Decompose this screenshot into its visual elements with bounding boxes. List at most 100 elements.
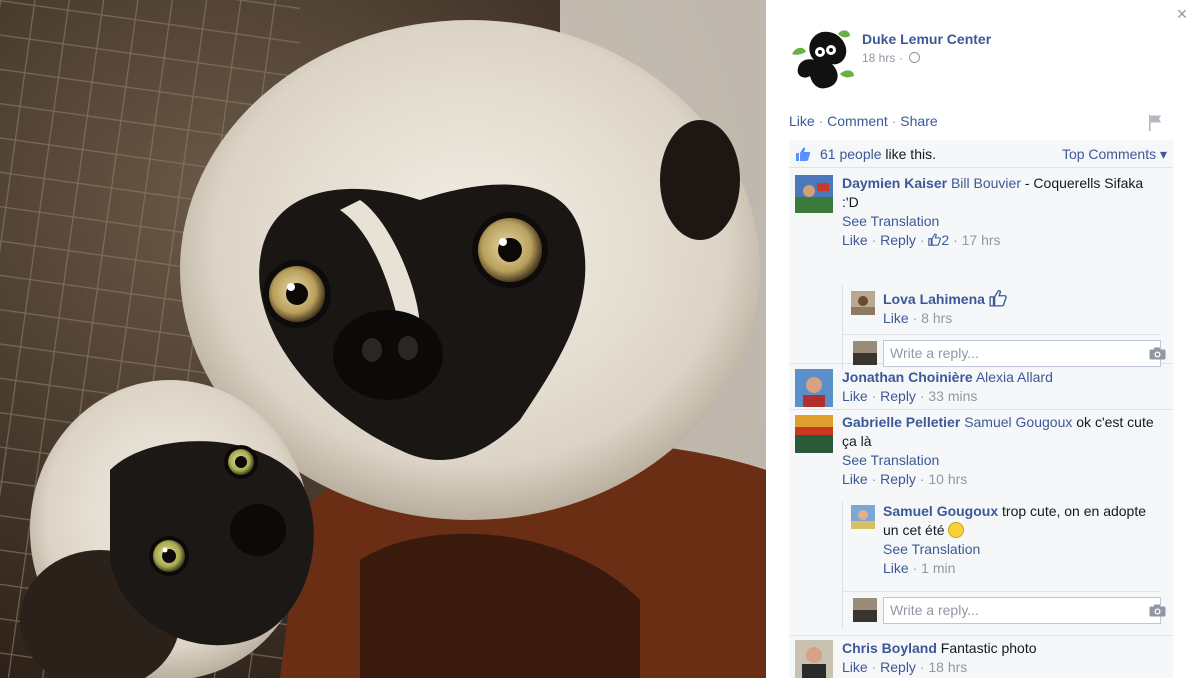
comment-author[interactable]: Daymien Kaiser — [842, 175, 947, 191]
photo-viewer[interactable] — [0, 0, 766, 678]
comment-time[interactable]: 18 hrs — [928, 659, 967, 675]
reply-meta: Like · 1 min — [883, 559, 1152, 578]
post-time[interactable]: 18 hrs — [862, 51, 895, 65]
reply-author[interactable]: Lova Lahimena — [883, 291, 985, 307]
camera-icon[interactable] — [1149, 347, 1166, 360]
avatar[interactable] — [851, 291, 875, 315]
comment-time[interactable]: 17 hrs — [962, 232, 1001, 248]
reply-input[interactable]: Write a reply... — [883, 340, 1161, 367]
reply-author[interactable]: Samuel Gougoux — [883, 503, 998, 519]
thumbs-up-icon — [989, 289, 1007, 307]
comment-text: Chris Boyland Fantastic photo — [842, 639, 1163, 658]
comment-like-button[interactable]: Like — [842, 471, 868, 487]
comment-reply-button[interactable]: Reply — [880, 388, 916, 404]
reply-input[interactable]: Write a reply... — [883, 597, 1161, 624]
see-translation-link[interactable]: See Translation — [842, 212, 1163, 231]
see-translation-link[interactable]: See Translation — [842, 451, 1163, 470]
like-button[interactable]: Like — [789, 113, 815, 129]
reply-composer: Write a reply... — [843, 334, 1166, 368]
comment-reply-button[interactable]: Reply — [880, 471, 916, 487]
avatar — [853, 341, 877, 365]
replies-container: Samuel Gougoux trop cute, on en adopte u… — [842, 502, 1166, 629]
avatar[interactable] — [795, 415, 833, 453]
comment-meta: Like · Reply · 2 · 17 hrs — [842, 231, 1163, 250]
comment-item: Jonathan Choinière Alexia Allard Like · … — [789, 364, 1173, 410]
post-actions: Like · Comment · Share — [789, 113, 938, 129]
comment-like-button[interactable]: Like — [842, 659, 868, 675]
reply-text: Samuel Gougoux trop cute, on en adopte u… — [883, 502, 1152, 540]
thumbs-up-icon — [796, 147, 811, 161]
likes-count-link[interactable]: 61 people — [820, 146, 882, 162]
separator: · — [919, 471, 925, 487]
post-timestamp: 18 hrs · — [862, 51, 921, 65]
comment-reply-button[interactable]: Reply — [880, 232, 916, 248]
tagged-user[interactable]: Samuel Gougoux — [964, 414, 1072, 430]
separator: · — [871, 232, 877, 248]
comment-meta: Like · Reply · 33 mins — [842, 387, 1163, 406]
comment-item: Gabrielle Pelletier Samuel Gougoux ok c'… — [789, 410, 1173, 636]
thumbs-up-icon — [928, 233, 942, 246]
comment-author[interactable]: Jonathan Choinière — [842, 369, 973, 385]
separator: · — [912, 560, 918, 576]
separator: · — [871, 471, 877, 487]
separator: · — [953, 232, 958, 248]
likes-suffix: like this. — [881, 146, 936, 162]
separator: · — [818, 113, 824, 129]
lemur-photo — [0, 0, 766, 678]
top-comments-dropdown[interactable]: Top Comments ▾ — [1062, 146, 1167, 163]
comment-time[interactable]: 10 hrs — [928, 471, 967, 487]
post-sidebar: × Duke Lemur Center 18 hrs · Like · Comm… — [766, 0, 1200, 678]
separator: · — [919, 232, 925, 248]
globe-icon[interactable] — [909, 52, 921, 63]
comment-time[interactable]: 33 mins — [928, 388, 977, 404]
comment-message: Fantastic photo — [936, 640, 1037, 656]
close-button[interactable]: × — [1172, 4, 1192, 24]
reply-like-button[interactable]: Like — [883, 560, 909, 576]
avatar[interactable] — [795, 369, 833, 407]
page-logo[interactable] — [788, 24, 856, 92]
comment-meta: Like · Reply · 18 hrs — [842, 658, 1163, 677]
comment-like-button[interactable]: Like — [842, 232, 868, 248]
reply-time[interactable]: 8 hrs — [921, 310, 952, 326]
comment-reply-button[interactable]: Reply — [880, 659, 916, 675]
comment-like-count[interactable]: 2 — [941, 232, 949, 248]
separator: · — [871, 659, 877, 675]
comment-like-button[interactable]: Like — [842, 388, 868, 404]
comment-button[interactable]: Comment — [827, 113, 888, 129]
comment-text: Daymien Kaiser Bill Bouvier - Coquerells… — [842, 174, 1163, 212]
comment-item: Chris Boyland Fantastic photo Like · Rep… — [789, 636, 1173, 678]
tagged-user[interactable]: Bill Bouvier — [951, 175, 1021, 191]
separator: · — [919, 388, 925, 404]
avatar[interactable] — [795, 175, 833, 213]
separator: · — [898, 51, 903, 65]
separator: · — [912, 310, 918, 326]
comment-author[interactable]: Chris Boyland — [842, 640, 937, 656]
camera-icon[interactable] — [1149, 604, 1166, 617]
separator: · — [871, 388, 877, 404]
tagged-user[interactable]: Alexia Allard — [976, 369, 1053, 385]
comment-text: Gabrielle Pelletier Samuel Gougoux ok c'… — [842, 413, 1163, 451]
page-name-link[interactable]: Duke Lemur Center — [862, 31, 991, 47]
likes-text: 61 people like this. — [820, 146, 936, 162]
reply-item: Lova Lahimena Like · 8 hrs — [843, 285, 1160, 331]
comment-author[interactable]: Gabrielle Pelletier — [842, 414, 960, 430]
comment-item: Daymien Kaiser Bill Bouvier - Coquerells… — [789, 168, 1173, 370]
comment-text: Jonathan Choinière Alexia Allard — [842, 368, 1163, 387]
reply-time[interactable]: 1 min — [921, 560, 955, 576]
avatar[interactable] — [795, 640, 833, 678]
avatar — [853, 598, 877, 622]
separator: · — [919, 659, 925, 675]
reply-meta: Like · 8 hrs — [883, 309, 1152, 328]
replies-container: Lova Lahimena Like · 8 hrs Write a reply… — [842, 285, 1166, 370]
reply-item: Samuel Gougoux trop cute, on en adopte u… — [843, 502, 1160, 590]
reply-text: Lova Lahimena — [883, 289, 1152, 309]
comments-panel: 61 people like this. Top Comments ▾ Daym… — [789, 140, 1173, 678]
see-translation-link[interactable]: See Translation — [883, 540, 1152, 559]
share-button[interactable]: Share — [900, 113, 937, 129]
flag-icon[interactable] — [1148, 114, 1162, 131]
comment-meta: Like · Reply · 10 hrs — [842, 470, 1163, 489]
smile-emoji-icon — [948, 522, 965, 538]
reply-like-button[interactable]: Like — [883, 310, 909, 326]
avatar[interactable] — [851, 505, 875, 529]
reply-composer: Write a reply... — [843, 591, 1166, 625]
